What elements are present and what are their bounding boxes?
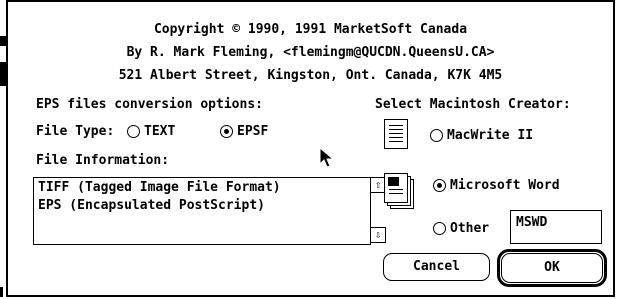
cancel-button[interactable]: Cancel <box>383 253 490 281</box>
scroll-down-arrow-icon[interactable]: ⇩ <box>370 227 386 243</box>
radio-other-button[interactable] <box>433 222 446 235</box>
eps-options-heading: EPS files conversion options: <box>36 97 263 112</box>
radio-macwrite[interactable]: MacWrite II <box>430 127 580 145</box>
address-text: 521 Albert Street, Kingston, Ont. Canada… <box>118 68 503 83</box>
file-info-label: File Information: <box>36 153 170 168</box>
mouse-pointer-icon <box>319 147 335 168</box>
radio-epsf-label: EPSF <box>237 124 269 139</box>
radio-text[interactable]: TEXT <box>127 123 197 141</box>
copyright-text: Copyright © 1990, 1991 MarketSoft Canada <box>153 22 468 37</box>
radio-macwrite-label: MacWrite II <box>447 128 534 143</box>
file-type-label: File Type: <box>36 124 115 139</box>
file-info-list[interactable]: TIFF (Tagged Image File Format) EPS (Enc… <box>33 177 386 245</box>
ok-button[interactable]: OK <box>501 253 603 283</box>
radio-other-label: Other <box>450 221 490 236</box>
creator-code-input[interactable]: MSWD <box>510 210 602 244</box>
radio-text-button[interactable] <box>127 125 140 138</box>
radio-macwrite-button[interactable] <box>430 129 443 142</box>
radio-word-button[interactable] <box>433 179 446 192</box>
list-item[interactable]: EPS (Encapsulated PostScript) <box>38 198 265 214</box>
window-edge-mark <box>0 287 3 297</box>
radio-epsf[interactable]: EPSF <box>220 123 290 141</box>
radio-word[interactable]: Microsoft Word <box>433 177 603 195</box>
word-document-icon <box>384 173 414 209</box>
macwrite-document-icon <box>384 119 408 149</box>
radio-other[interactable]: Other <box>433 220 505 238</box>
author-text: By R. Mark Fleming, <flemingm@QUCDN.Quee… <box>126 45 495 60</box>
list-item[interactable]: TIFF (Tagged Image File Format) <box>38 180 281 196</box>
radio-word-label: Microsoft Word <box>450 178 560 193</box>
radio-epsf-button[interactable] <box>220 125 233 138</box>
radio-text-label: TEXT <box>144 124 176 139</box>
creator-heading: Select Macintosh Creator: <box>375 97 571 112</box>
